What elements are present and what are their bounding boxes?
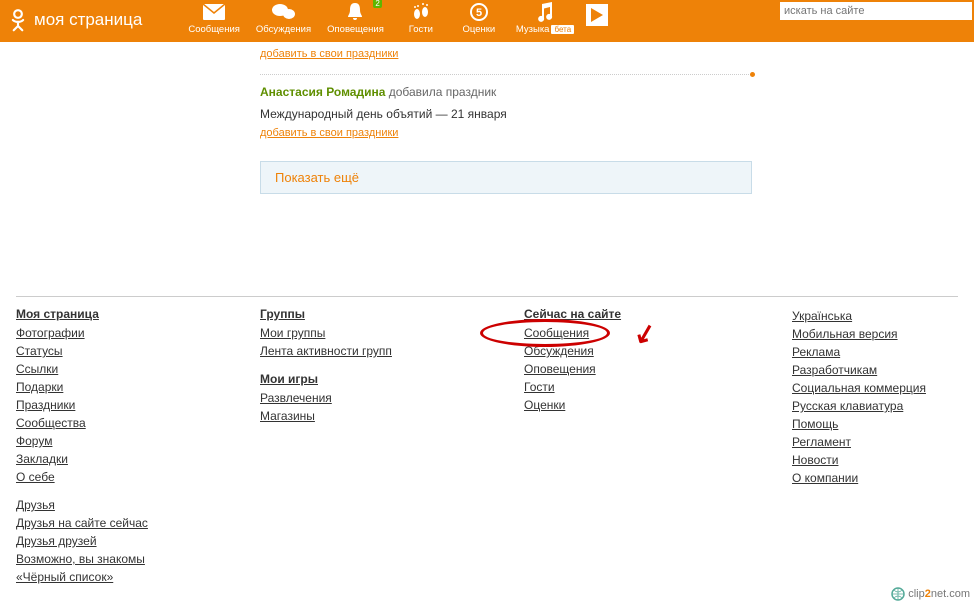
footer-link[interactable]: Разработчикам xyxy=(792,361,877,379)
footer-link[interactable]: Форум xyxy=(16,432,52,450)
page-title: моя страница xyxy=(34,10,142,30)
footer-link[interactable]: Закладки xyxy=(16,450,68,468)
footer-link[interactable]: Праздники xyxy=(16,396,75,414)
bell-icon xyxy=(346,2,364,22)
footer-link[interactable]: Ссылки xyxy=(16,360,58,378)
nav-discussions[interactable]: Обсуждения xyxy=(248,0,319,42)
footer-link[interactable]: Оценки xyxy=(524,396,565,414)
nav-guests[interactable]: Гости xyxy=(392,0,450,42)
footer-link[interactable]: «Чёрный список» xyxy=(16,568,113,586)
footer-link[interactable]: Развлечения xyxy=(260,389,332,407)
badge-count: 2 xyxy=(373,0,381,8)
person-link[interactable]: Анастасия Ромадина xyxy=(260,85,385,99)
footer-link[interactable]: Друзья друзей xyxy=(16,532,97,550)
globe-icon xyxy=(891,587,905,601)
envelope-icon xyxy=(203,4,225,20)
footer-link[interactable]: Помощь xyxy=(792,415,838,433)
footer-link[interactable]: Друзья xyxy=(16,496,55,514)
footer-link[interactable]: Возможно, вы знакомы xyxy=(16,550,145,568)
footer-link[interactable]: О себе xyxy=(16,468,55,486)
nav-ratings[interactable]: 5 Оценки xyxy=(450,0,508,42)
footer-head-groups[interactable]: Группы xyxy=(260,307,524,321)
footer-link[interactable]: Статусы xyxy=(16,342,63,360)
footer-link-messages[interactable]: Сообщения xyxy=(524,324,589,342)
footer-head-now[interactable]: Сейчас на сайте xyxy=(524,307,792,321)
footer-link[interactable]: Гости xyxy=(524,378,555,396)
footer-col-1: Моя страница Фотографии Статусы Ссылки П… xyxy=(16,307,260,586)
footer-link[interactable]: Мобильная версия xyxy=(792,325,898,343)
feed-content: добавить в свои праздники Анастасия Рома… xyxy=(0,42,974,224)
footer-link[interactable]: Регламент xyxy=(792,433,851,451)
show-more-button[interactable]: Показать ещё xyxy=(260,161,752,194)
footer-link[interactable]: Подарки xyxy=(16,378,63,396)
nav-messages[interactable]: Сообщения xyxy=(180,0,248,42)
top-header: моя страница Сообщения Обсуждения 2 Опов… xyxy=(0,0,974,42)
add-holiday-link[interactable]: добавить в свои праздники xyxy=(260,127,398,139)
rating-icon: 5 xyxy=(469,2,489,22)
footer-col-2: Группы Мои группы Лента активности групп… xyxy=(260,307,524,586)
footer-head-games[interactable]: Мои игры xyxy=(260,372,524,386)
footer-link[interactable]: Фотографии xyxy=(16,324,85,342)
red-arrow-annotation: ↙ xyxy=(630,316,659,352)
nav-music[interactable]: Музыкабета xyxy=(508,0,582,42)
separator-dots xyxy=(260,74,755,75)
footer-link[interactable]: Лента активности групп xyxy=(260,342,392,360)
footer-col-4: Українська Мобильная версия Реклама Разр… xyxy=(792,307,926,586)
action-text: добавила праздник xyxy=(385,85,496,99)
music-icon xyxy=(536,2,554,22)
footer-link[interactable]: О компании xyxy=(792,469,858,487)
footer-link[interactable]: Друзья на сайте сейчас xyxy=(16,514,148,532)
footer-link[interactable]: Сообщества xyxy=(16,414,86,432)
feet-icon xyxy=(411,2,431,22)
add-holiday-link-top[interactable]: добавить в свои праздники xyxy=(260,48,398,60)
footer-link[interactable]: Реклама xyxy=(792,343,840,361)
footer-link[interactable]: Українська xyxy=(792,307,852,325)
footer: Моя страница Фотографии Статусы Ссылки П… xyxy=(0,297,974,603)
footer-head-mypage[interactable]: Моя страница xyxy=(16,307,260,321)
highlighted-link-wrapper: ↙ Сообщения xyxy=(524,324,792,342)
footer-link[interactable]: Оповещения xyxy=(524,360,596,378)
ok-logo-icon xyxy=(8,8,28,32)
footer-link[interactable]: Новости xyxy=(792,451,838,469)
nav-bar: Сообщения Обсуждения 2 Оповещения Гости … xyxy=(180,0,608,42)
logo-area[interactable]: моя страница xyxy=(0,0,152,32)
play-icon xyxy=(591,8,603,22)
feed-item: Анастасия Ромадина добавила праздник Меж… xyxy=(260,85,974,139)
play-button[interactable] xyxy=(586,4,608,26)
search-input[interactable] xyxy=(780,2,972,20)
svg-text:5: 5 xyxy=(476,7,482,19)
footer-link[interactable]: Социальная коммерция xyxy=(792,379,926,397)
search-box xyxy=(780,2,972,20)
chat-icon xyxy=(272,3,296,21)
beta-badge: бета xyxy=(551,25,574,34)
footer-link[interactable]: Магазины xyxy=(260,407,315,425)
nav-notifications[interactable]: 2 Оповещения xyxy=(319,0,392,42)
footer-col-3: Сейчас на сайте ↙ Сообщения Обсуждения О… xyxy=(524,307,792,586)
holiday-text: Международный день объятий — 21 января xyxy=(260,107,974,121)
orange-dot-icon xyxy=(750,72,755,77)
watermark: clip2net.com xyxy=(891,587,970,601)
footer-link[interactable]: Обсуждения xyxy=(524,342,594,360)
footer-link[interactable]: Мои группы xyxy=(260,324,325,342)
footer-link[interactable]: Русская клавиатура xyxy=(792,397,903,415)
